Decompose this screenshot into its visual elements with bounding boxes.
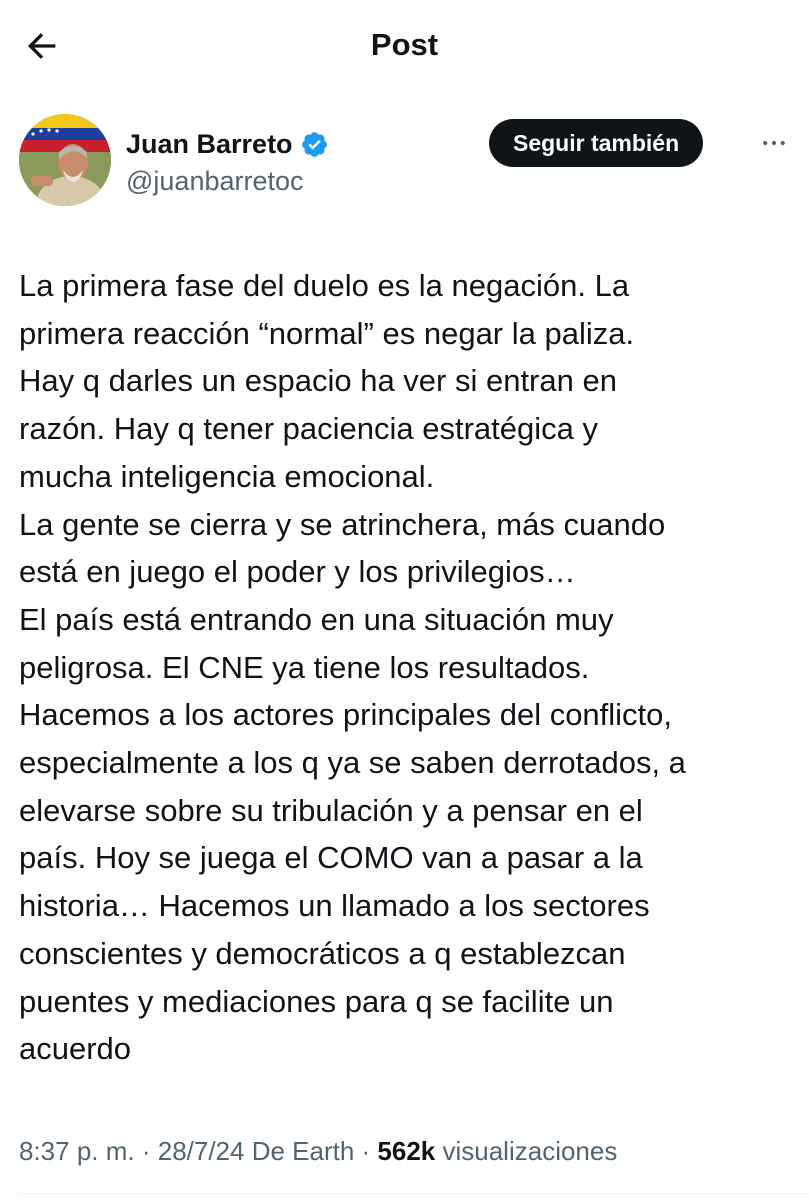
page-title: Post [370,27,439,62]
top-bar: Post [0,0,809,92]
post-text-line: elevarse sobre su tribulación y a pensar… [19,792,643,828]
post-text: La primera fase del duelo es la negación… [19,262,799,1073]
author-row: Juan Barreto @juanbarretoc Seguir tambié… [19,114,799,210]
post-text-line: Hacemos a los actores principales del co… [19,697,673,733]
views-count[interactable]: 562k [377,1136,435,1166]
divider [19,1193,809,1194]
avatar-image [19,114,111,206]
author-display-name: Juan Barreto [126,129,293,159]
post-text-line: país. Hoy se juega el COMO van a pasar a… [19,840,643,876]
post-date[interactable]: 28/7/24 [158,1136,245,1166]
post-metadata: 8:37 p. m. · 28/7/24 De Earth · 562k vis… [19,1133,617,1169]
more-horizontal-icon [763,140,785,146]
post-source: De Earth [244,1136,355,1166]
post-text-line: está en juego el poder y los privilegios… [19,554,576,590]
post-text-line: mucha inteligencia emocional. [19,458,435,494]
post-text-line: Hay q darles un espacio ha ver si entran… [19,363,617,399]
verified-badge-icon [301,131,327,157]
views-label: visualizaciones [435,1136,618,1166]
post-text-line: puentes y mediaciones para q se facilite… [19,983,614,1019]
post-text-line: La primera fase del duelo es la negación… [19,268,630,303]
post-text-line: historia… Hacemos un llamado a los secto… [19,888,650,924]
post-text-line: La gente se cierra y se atrinchera, más … [19,506,666,542]
avatar[interactable] [19,114,111,206]
author-name-row[interactable]: Juan Barreto [126,127,329,161]
post-text-line: conscientes y democráticos a q establezc… [19,935,626,971]
post-text-line: acuerdo [19,1031,132,1067]
meta-separator: · [354,1136,378,1166]
post-text-line: razón. Hay q tener paciencia estratégica… [19,411,598,447]
author-handle[interactable]: @juanbarretoc [126,164,304,198]
post-time[interactable]: 8:37 p. m. [19,1136,135,1166]
more-options-button[interactable] [757,126,791,160]
post-text-line: especialmente a los q ya se saben derrot… [19,745,686,781]
follow-button[interactable]: Seguir también [489,119,704,167]
post-text-line: primera reacción “normal” es negar la pa… [19,315,635,351]
post-text-line: peligrosa. El CNE ya tiene los resultado… [19,649,590,685]
meta-separator: · [134,1136,158,1166]
post-text-line: El país está entrando en una situación m… [19,601,614,637]
